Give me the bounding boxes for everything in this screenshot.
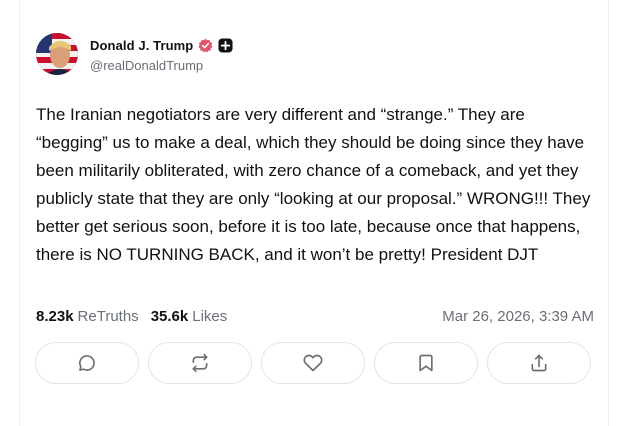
post-card: Donald J. Trump @realDonaldTrump The Ira…: [19, 0, 609, 426]
share-button[interactable]: [487, 342, 591, 384]
author-display-name[interactable]: Donald J. Trump: [90, 38, 193, 53]
post-timestamp[interactable]: Mar 26, 2026, 3:39 AM: [442, 308, 594, 325]
post-text: The Iranian negotiators are very differe…: [36, 105, 591, 264]
verified-badge-icon: [198, 38, 213, 53]
heart-icon: [303, 353, 323, 373]
retruth-button[interactable]: [148, 342, 252, 384]
plus-badge-icon: [218, 38, 233, 53]
reply-icon: [77, 353, 97, 373]
retruths-count[interactable]: 8.23k: [36, 308, 74, 325]
post-header: Donald J. Trump @realDonaldTrump: [36, 32, 233, 76]
avatar-image: [36, 33, 78, 75]
retruth-icon: [190, 353, 210, 373]
bookmark-button[interactable]: [374, 342, 478, 384]
likes-label[interactable]: Likes: [192, 308, 227, 325]
author-handle[interactable]: @realDonaldTrump: [90, 58, 233, 73]
avatar[interactable]: [36, 33, 78, 75]
bookmark-icon: [416, 353, 436, 373]
author-names: Donald J. Trump @realDonaldTrump: [90, 36, 233, 73]
action-bar: [35, 342, 591, 384]
post-stats: 8.23k ReTruths 35.6k Likes Mar 26, 2026,…: [36, 305, 594, 327]
likes-count[interactable]: 35.6k: [151, 308, 189, 325]
reply-button[interactable]: [35, 342, 139, 384]
name-row: Donald J. Trump: [90, 36, 233, 56]
like-button[interactable]: [261, 342, 365, 384]
share-icon: [529, 353, 549, 373]
retruths-label[interactable]: ReTruths: [78, 308, 139, 325]
